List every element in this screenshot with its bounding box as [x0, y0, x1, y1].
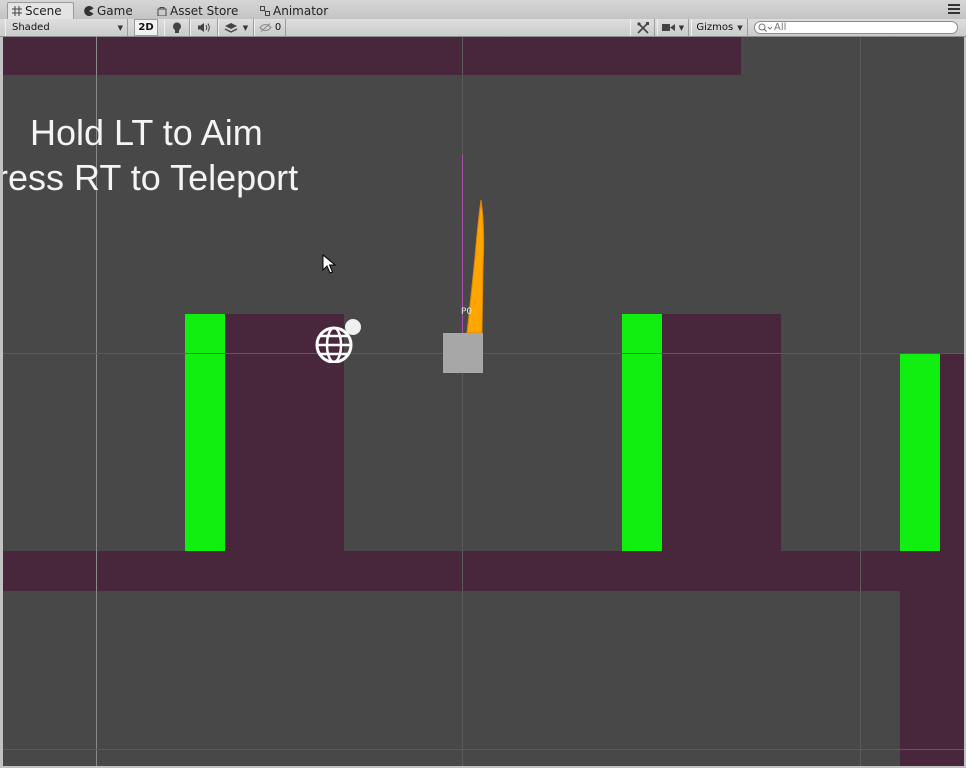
- grid-line: [462, 37, 463, 766]
- tab-label: Animator: [273, 3, 329, 18]
- hint-aim-text: Hold LT to Aim: [30, 112, 263, 153]
- level-wall-block-3: [940, 353, 964, 551]
- search-icon: [758, 23, 772, 32]
- tab-label: Asset Store: [170, 3, 239, 18]
- lighting-toggle[interactable]: [164, 19, 190, 36]
- draw-mode-value: Shaded: [12, 21, 50, 33]
- grid-line: [3, 749, 964, 750]
- hidden-objects-toggle[interactable]: 0: [254, 19, 286, 36]
- search-field[interactable]: [754, 21, 958, 34]
- grid-line: [860, 37, 861, 766]
- tools-button[interactable]: [630, 19, 655, 36]
- layers-icon: [224, 23, 238, 33]
- teleport-pad: [900, 353, 940, 551]
- teleport-pad: [622, 314, 662, 551]
- tab-scene[interactable]: Scene: [7, 2, 74, 19]
- chevron-down-icon: ▼: [678, 23, 685, 32]
- speaker-icon: [198, 23, 210, 32]
- lightbulb-icon: [173, 22, 181, 33]
- shopping-bag-icon: [157, 6, 167, 16]
- camera-dropdown[interactable]: ▼: [657, 19, 689, 36]
- tab-asset-store[interactable]: Asset Store: [153, 2, 245, 19]
- scene-viewport[interactable]: Hold LT to Aim Press RT to Teleport P0: [3, 37, 964, 766]
- hidden-objects-count: 0: [274, 21, 282, 33]
- player-box[interactable]: [443, 333, 483, 373]
- level-floor: [3, 551, 964, 591]
- chevron-down-icon: ▼: [737, 23, 743, 32]
- grid-line: [3, 353, 964, 354]
- gizmos-label: Gizmos: [696, 21, 734, 33]
- level-wall-block-2: [662, 314, 781, 551]
- mouse-cursor-icon: [322, 254, 336, 274]
- gizmos-dropdown[interactable]: Gizmos ▼: [691, 19, 748, 36]
- chevron-down-icon: ▼: [242, 23, 249, 32]
- pacman-icon: [84, 5, 94, 16]
- 2d-mode-toggle[interactable]: 2D: [134, 19, 158, 36]
- tab-label: Scene: [25, 4, 62, 18]
- tab-game[interactable]: Game: [80, 2, 140, 19]
- chevron-down-icon: ▼: [117, 23, 123, 32]
- audio-toggle[interactable]: [190, 19, 218, 36]
- tab-animator[interactable]: Animator: [256, 2, 336, 19]
- editor-tab-bar: Scene Game Asset Store Animator: [0, 0, 966, 20]
- tools-icon: [636, 21, 649, 34]
- player-label: P0: [461, 307, 473, 317]
- eye-slash-icon: [259, 23, 272, 32]
- globe-icon: [315, 319, 361, 363]
- animator-icon: [260, 5, 270, 16]
- tab-label: Game: [97, 3, 133, 18]
- effects-dropdown[interactable]: ▼: [218, 19, 254, 36]
- camera-icon: [661, 24, 675, 31]
- grid-icon: [12, 6, 22, 16]
- search-input[interactable]: [772, 22, 954, 33]
- panel-menu-icon[interactable]: [948, 4, 960, 14]
- level-wall-bottom-right: [900, 591, 964, 766]
- 2d-mode-label: 2D: [138, 21, 154, 33]
- draw-mode-dropdown[interactable]: Shaded ▼: [5, 19, 128, 36]
- teleport-pad: [185, 314, 225, 551]
- hint-teleport-text: Press RT to Teleport: [3, 157, 299, 198]
- scene-toolbar: Shaded ▼ 2D ▼ 0 ▼ Gizmos ▼ All: [0, 19, 966, 37]
- level-wall-top: [3, 37, 741, 75]
